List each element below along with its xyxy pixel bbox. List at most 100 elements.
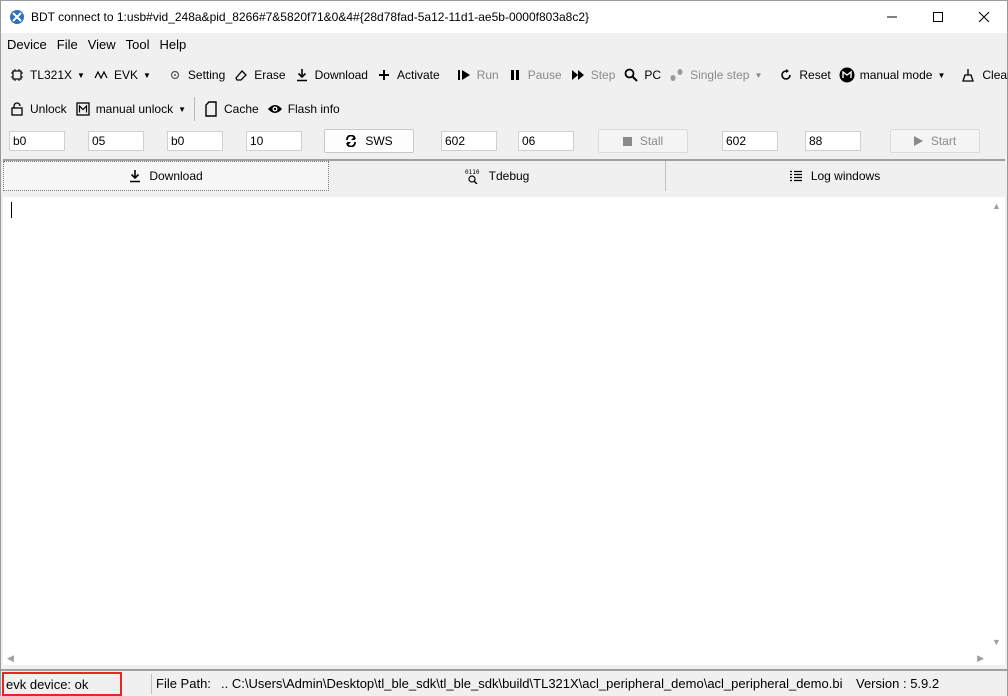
register-field-3[interactable]	[167, 131, 223, 151]
clear-button[interactable]: Clear	[957, 62, 1008, 88]
scroll-right-icon[interactable]: ▶	[977, 653, 984, 664]
menu-view[interactable]: View	[82, 33, 120, 57]
register-field-7[interactable]	[722, 131, 778, 151]
tab-log-windows-label: Log windows	[810, 169, 881, 183]
unlock-label: Unlock	[30, 102, 67, 116]
chevron-down-icon: ▼	[178, 104, 186, 114]
vertical-scrollbar[interactable]: ▲ ▼	[988, 197, 1005, 651]
file-path-label: File Path:	[156, 676, 211, 691]
status-bar: evk device: ok File Path: .. C:\Users\Ad…	[1, 669, 1007, 696]
main-toolbar: TL321X ▼ EVK ▼ Setting Erase Download Ac…	[1, 59, 1008, 91]
refresh-icon	[778, 67, 794, 83]
start-button[interactable]: Start	[890, 129, 980, 153]
tab-bar: Download 0110 Tdebug Log windows	[3, 159, 1005, 193]
gear-icon	[167, 67, 183, 83]
step-icon	[570, 67, 586, 83]
run-icon	[456, 67, 472, 83]
manual-mode-label: manual mode	[859, 68, 933, 82]
chip-label: TL321X	[30, 68, 73, 82]
flash-info-button[interactable]: Flash info	[263, 96, 344, 122]
stop-icon	[622, 136, 632, 146]
scroll-down-icon[interactable]: ▼	[992, 637, 1001, 647]
output-textarea[interactable]: ▲ ▼ ◀ ▶	[3, 197, 1005, 665]
tab-download[interactable]: Download	[3, 161, 329, 191]
toolbar-separator	[194, 97, 195, 121]
manual-unlock-select[interactable]: manual unlock ▼	[71, 96, 190, 122]
close-button[interactable]	[961, 1, 1007, 33]
chevron-down-icon: ▼	[77, 70, 85, 80]
scroll-left-icon[interactable]: ◀	[7, 653, 14, 664]
chevron-down-icon: ▼	[754, 70, 763, 80]
activate-button[interactable]: Activate	[372, 62, 444, 88]
chip-select[interactable]: TL321X ▼	[5, 62, 89, 88]
menu-file[interactable]: File	[51, 33, 82, 57]
run-button[interactable]: Run	[452, 62, 503, 88]
tab-log-windows[interactable]: Log windows	[666, 161, 1003, 191]
flash-info-label: Flash info	[287, 102, 340, 116]
play-icon	[913, 136, 923, 146]
tab-tdebug[interactable]: 0110 Tdebug	[329, 161, 666, 191]
version-label: Version : 5.9.2	[856, 676, 940, 691]
menu-tool[interactable]: Tool	[120, 33, 154, 57]
menu-device[interactable]: Device	[1, 33, 51, 57]
register-field-5[interactable]	[441, 131, 497, 151]
register-field-1[interactable]	[9, 131, 65, 151]
download-icon	[294, 67, 310, 83]
sync-icon	[345, 135, 357, 147]
cache-button[interactable]: Cache	[199, 96, 263, 122]
run-label: Run	[476, 68, 499, 82]
eye-icon	[267, 101, 283, 117]
register-field-4[interactable]	[246, 131, 302, 151]
window-title: BDT connect to 1:usb#vid_248a&pid_8266#7…	[31, 10, 590, 24]
step-button[interactable]: Step	[566, 62, 620, 88]
download-button[interactable]: Download	[290, 62, 372, 88]
reset-label: Reset	[799, 68, 831, 82]
sd-card-icon	[203, 101, 219, 117]
sws-label: SWS	[365, 134, 393, 148]
download-icon	[129, 169, 141, 183]
signal-icon	[93, 67, 109, 83]
step-label: Step	[590, 68, 616, 82]
sws-button[interactable]: SWS	[324, 129, 414, 153]
eraser-icon	[233, 67, 249, 83]
menu-bar: Device File View Tool Help	[1, 33, 1007, 57]
chevron-down-icon: ▼	[937, 70, 946, 80]
single-step-select[interactable]: Single step ▼	[665, 62, 766, 88]
start-label: Start	[930, 134, 957, 148]
text-cursor	[11, 202, 12, 218]
erase-button[interactable]: Erase	[229, 62, 289, 88]
title-bar[interactable]: BDT connect to 1:usb#vid_248a&pid_8266#7…	[1, 1, 1007, 33]
binary-search-icon: 0110	[465, 168, 481, 184]
register-row: SWS Stall Start	[1, 127, 1007, 157]
pause-button[interactable]: Pause	[503, 62, 566, 88]
unlock-button[interactable]: Unlock	[5, 96, 71, 122]
manual-icon	[75, 101, 91, 117]
window-controls	[869, 1, 1007, 33]
tab-tdebug-label: Tdebug	[488, 169, 530, 183]
stall-button[interactable]: Stall	[598, 129, 688, 153]
reset-button[interactable]: Reset	[774, 62, 834, 88]
maximize-button[interactable]	[915, 1, 961, 33]
app-icon	[9, 9, 25, 25]
setting-button[interactable]: Setting	[163, 62, 229, 88]
minimize-button[interactable]	[869, 1, 915, 33]
pc-button[interactable]: PC	[619, 62, 665, 88]
manual-mode-select[interactable]: manual mode ▼	[835, 62, 950, 88]
list-icon	[789, 170, 803, 182]
download-label: Download	[314, 68, 368, 82]
horizontal-scrollbar[interactable]: ◀ ▶	[3, 651, 988, 665]
plus-icon	[376, 67, 392, 83]
scroll-up-icon[interactable]: ▲	[992, 201, 1001, 211]
menu-help[interactable]: Help	[154, 33, 191, 57]
file-path-value: .. C:\Users\Admin\Desktop\tl_ble_sdk\tl_…	[221, 676, 843, 691]
manual-unlock-label: manual unlock	[95, 102, 174, 116]
erase-label: Erase	[254, 68, 286, 82]
register-field-8[interactable]	[805, 131, 861, 151]
chip-icon	[9, 67, 25, 83]
board-select[interactable]: EVK ▼	[89, 62, 155, 88]
setting-label: Setting	[187, 68, 226, 82]
pause-icon	[507, 67, 523, 83]
broom-icon	[961, 67, 977, 83]
register-field-2[interactable]	[88, 131, 144, 151]
register-field-6[interactable]	[518, 131, 574, 151]
